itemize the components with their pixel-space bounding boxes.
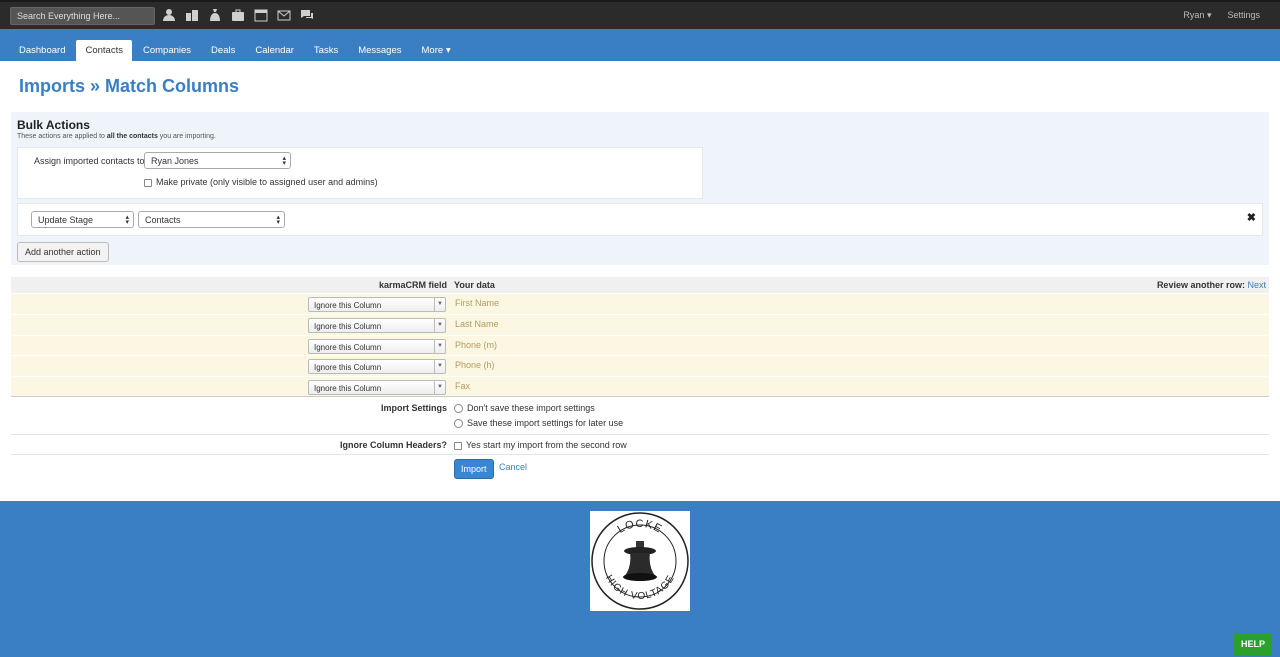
bulk-actions-panel: Bulk Actions These actions are applied t… (11, 112, 1269, 265)
chevron-down-icon: ▼ (434, 298, 445, 311)
action-type-select[interactable]: Update Stage ▴ ▾ (31, 211, 134, 228)
ignore-headers-checkbox[interactable] (454, 441, 462, 450)
review-another-row: Review another row: Next (1157, 280, 1266, 290)
import-settings-row: Import Settings Don't save these import … (11, 397, 1269, 435)
field-mapping-value: Ignore this Column (314, 363, 382, 372)
column-data-value: Phone (h) (455, 360, 495, 370)
subtitle-pre: These actions are applied to (17, 133, 107, 140)
table-row: Ignore this Column ▼ Last Name (11, 314, 1269, 334)
table-row: Ignore this Column ▼ Phone (h) (11, 355, 1269, 375)
building-icon[interactable] (183, 8, 200, 24)
search-input[interactable]: Search Everything Here... (10, 7, 155, 25)
top-right-menu: Ryan ▾ Settings (1183, 10, 1280, 21)
field-mapping-select[interactable]: Ignore this Column ▼ (308, 318, 446, 333)
dont-save-settings-radio[interactable] (454, 404, 463, 414)
mail-icon[interactable] (275, 8, 292, 24)
select-arrows-icon: ▴ ▾ (282, 155, 286, 167)
page-title: Imports » Match Columns (19, 76, 240, 96)
assign-label: Assign imported contacts to (34, 156, 145, 166)
make-private-option: Make private (only visible to assigned u… (144, 177, 378, 187)
ignore-headers-option-label: Yes start my import from the second row (466, 440, 627, 450)
import-button[interactable]: Import (454, 459, 494, 479)
next-row-link[interactable]: Next (1247, 280, 1266, 290)
bulk-actions-subtitle: These actions are applied to all the con… (17, 133, 216, 140)
make-private-checkbox[interactable] (144, 178, 152, 187)
select-arrows-icon: ▴ ▾ (276, 214, 280, 226)
stage-select[interactable]: Contacts ▴ ▾ (138, 211, 285, 228)
ignore-headers-option: Yes start my import from the second row (454, 440, 627, 450)
quick-add-icons (160, 8, 315, 24)
chevron-down-icon: ▼ (434, 381, 445, 394)
settings-link[interactable]: Settings (1227, 10, 1260, 21)
table-row: Ignore this Column ▼ Phone (m) (11, 335, 1269, 355)
field-mapping-select[interactable]: Ignore this Column ▼ (308, 339, 446, 354)
chevron-down-icon: ▼ (434, 360, 445, 373)
update-stage-action-box: Update Stage ▴ ▾ Contacts ▴ ▾ ✖ (17, 203, 1263, 236)
select-arrows-icon: ▴ ▾ (125, 214, 129, 226)
tab-more-label: More (421, 45, 444, 56)
column-data-value: Fax (455, 381, 471, 391)
ignore-column-headers-row: Ignore Column Headers? Yes start my impo… (11, 435, 1269, 455)
briefcase-icon[interactable] (229, 8, 246, 24)
user-name: Ryan (1183, 10, 1205, 20)
table-row: Ignore this Column ▼ First Name (11, 293, 1269, 313)
column-data-value: Last Name (455, 319, 499, 329)
save-settings-radio[interactable] (454, 419, 463, 429)
caret-down-icon: ▾ (445, 45, 451, 56)
make-private-label: Make private (only visible to assigned u… (156, 177, 378, 187)
ignore-column-headers-label: Ignore Column Headers? (339, 440, 447, 450)
dont-save-settings-label: Don't save these import settings (467, 403, 595, 413)
chevron-down-icon: ▼ (434, 340, 445, 353)
help-button[interactable]: HELP (1234, 633, 1272, 656)
assign-user-value: Ryan Jones (151, 156, 199, 166)
bulk-actions-title: Bulk Actions (17, 118, 90, 132)
caret-down-icon: ▾ (1206, 10, 1212, 20)
assign-action-box: Assign imported contacts to Ryan Jones ▴… (17, 147, 703, 199)
table-row: Ignore this Column ▼ Fax (11, 376, 1269, 396)
mapping-rows: Ignore this Column ▼ First Name Ignore th… (11, 293, 1269, 397)
cancel-link[interactable]: Cancel (499, 462, 527, 472)
chevron-down-icon: ▼ (434, 319, 445, 332)
column-data-value: Phone (m) (455, 340, 498, 350)
money-bag-icon[interactable] (206, 8, 223, 24)
field-mapping-value: Ignore this Column (314, 384, 382, 393)
field-mapping-select[interactable]: Ignore this Column ▼ (308, 380, 446, 395)
field-mapping-value: Ignore this Column (314, 301, 382, 310)
field-mapping-select[interactable]: Ignore this Column ▼ (308, 297, 446, 312)
main-nav: Dashboard Contacts Companies Deals Calen… (0, 29, 1280, 64)
top-bar: Search Everything Here... Ryan ▾ Setting… (0, 0, 1280, 29)
mapping-header: karmaCRM field Your data Review another … (11, 277, 1269, 293)
remove-action-icon[interactable]: ✖ (1247, 211, 1256, 224)
calendar-icon[interactable] (252, 8, 269, 24)
subtitle-bold: all the contacts (106, 133, 158, 140)
field-mapping-value: Ignore this Column (314, 322, 382, 331)
assign-user-select[interactable]: Ryan Jones ▴ ▾ (144, 152, 291, 169)
stage-value: Contacts (145, 215, 181, 225)
review-label: Review another row: (1156, 280, 1245, 290)
main-content: Imports » Match Columns Bulk Actions The… (0, 61, 1280, 501)
field-mapping-select[interactable]: Ignore this Column ▼ (308, 359, 446, 374)
subtitle-post: you are importing. (157, 133, 216, 140)
person-icon[interactable] (160, 8, 177, 24)
company-logo: LOCKE HIGH VOLTAGE (590, 511, 690, 611)
save-settings-option: Save these import settings for later use (454, 418, 624, 429)
field-mapping-value: Ignore this Column (314, 343, 382, 352)
your-data-header: Your data (454, 280, 495, 290)
dont-save-settings-option: Don't save these import settings (454, 403, 595, 414)
import-settings-label: Import Settings (380, 403, 447, 413)
column-data-value: First Name (455, 298, 500, 308)
chat-icon[interactable] (298, 8, 315, 24)
karmacrm-field-header: karmaCRM field (378, 280, 447, 290)
save-settings-label: Save these import settings for later use (467, 418, 624, 428)
user-menu[interactable]: Ryan ▾ (1183, 10, 1211, 21)
action-type-value: Update Stage (38, 215, 94, 225)
add-another-action-button[interactable]: Add another action (17, 242, 109, 262)
